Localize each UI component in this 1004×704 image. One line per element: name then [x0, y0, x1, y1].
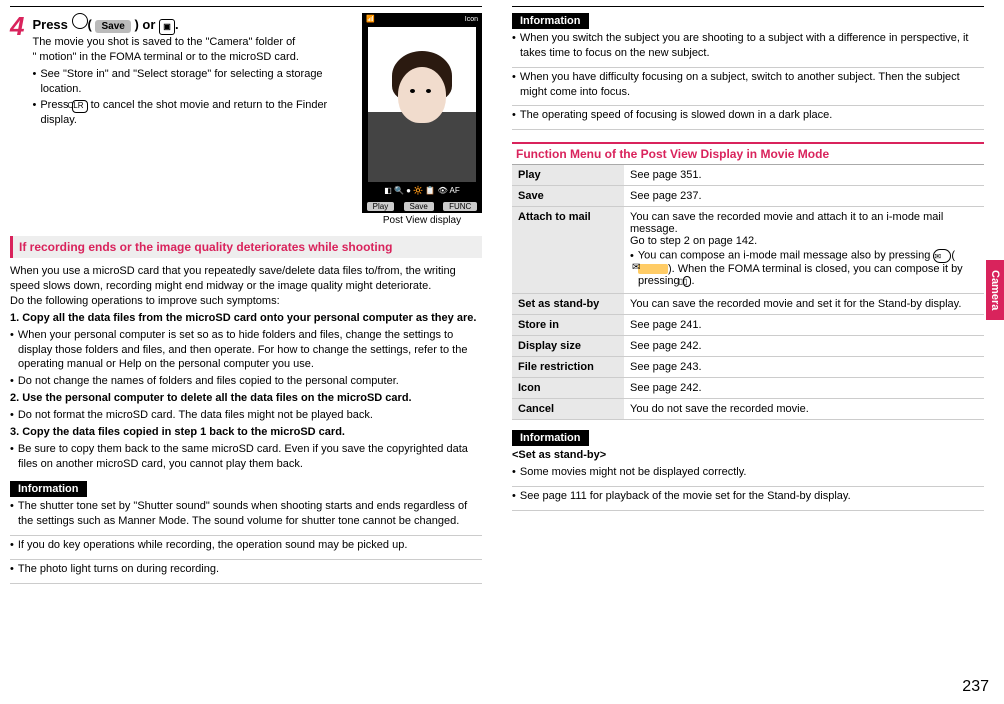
info3-subhead: <Set as stand-by>	[512, 448, 984, 463]
table-row: IconSee page 242.	[512, 378, 984, 399]
softkey-save: Save	[404, 202, 434, 211]
fm-cancel-label: Cancel	[512, 399, 624, 420]
post-view-caption: Post View display	[362, 215, 482, 226]
info3-header: Information	[512, 430, 589, 446]
info1-b1: The shutter tone set by "Shutter sound" …	[10, 499, 482, 529]
table-row: Set as stand-byYou can save the recorded…	[512, 294, 984, 315]
left-column: 📶Icon ◧ 🔍 ● 🔆 📋 👁 AF Play Save FUNC Post…	[0, 0, 492, 704]
sec1-b1a: When your personal computer is set so as…	[10, 328, 482, 373]
top-rule	[10, 6, 482, 7]
info3-b2: See page 111 for playback of the movie s…	[512, 489, 984, 504]
sec1-b3a: Be sure to copy them back to the same mi…	[10, 442, 482, 472]
fm-standby-label: Set as stand-by	[512, 294, 624, 315]
fm-dispsize-label: Display size	[512, 336, 624, 357]
info2-header: Information	[512, 13, 589, 29]
fm-filerest-label: File restriction	[512, 357, 624, 378]
table-row: SaveSee page 237.	[512, 186, 984, 207]
softkey-play: Play	[367, 202, 395, 211]
info3-b1: Some movies might not be displayed corre…	[512, 465, 984, 480]
select-button-icon	[72, 13, 88, 29]
step-desc: The movie you shot is saved to the "Came…	[32, 35, 362, 65]
phone-screen: 📶Icon ◧ 🔍 ● 🔆 📋 👁 AF Play Save FUNC	[362, 13, 482, 213]
step-bullet-1: See "Store in" and "Select storage" for …	[32, 67, 362, 97]
phone-icon-label: Icon	[465, 16, 478, 23]
info1-b2: If you do key operations while recording…	[10, 538, 482, 553]
step-number: 4	[10, 13, 24, 39]
fm-filerest-value: See page 243.	[624, 357, 984, 378]
right-column: Information When you switch the subject …	[492, 0, 1004, 704]
table-row: CancelYou do not save the recorded movie…	[512, 399, 984, 420]
info1-header: Information	[10, 481, 87, 497]
fm-standby-value: You can save the recorded movie and set …	[624, 294, 984, 315]
info2-b1: When you switch the subject you are shoo…	[512, 31, 984, 61]
table-row: Attach to mail You can save the recorded…	[512, 207, 984, 294]
clr-key-icon: CLR	[72, 100, 88, 113]
top-rule-right	[512, 6, 984, 7]
fm-attach-value: You can save the recorded movie and atta…	[624, 207, 984, 294]
table-row: Display sizeSee page 242.	[512, 336, 984, 357]
sec1-h3: 3. Copy the data files copied in step 1 …	[10, 425, 482, 440]
sec1-p1: When you use a microSD card that you rep…	[10, 264, 482, 294]
fm-icon-value: See page 242.	[624, 378, 984, 399]
fm-cancel-value: You do not save the recorded movie.	[624, 399, 984, 420]
fm-store-value: See page 241.	[624, 315, 984, 336]
fm-play-label: Play	[512, 165, 624, 186]
sec1-h2: 2. Use the personal computer to delete a…	[10, 391, 482, 406]
function-menu-title: Function Menu of the Post View Display i…	[512, 142, 984, 165]
sec1-b2a: Do not format the microSD card. The data…	[10, 408, 482, 423]
side-tab-camera: Camera	[986, 260, 1004, 320]
table-row: File restrictionSee page 243.	[512, 357, 984, 378]
softkey-func: FUNC	[443, 202, 477, 211]
fm-save-label: Save	[512, 186, 624, 207]
fm-dispsize-value: See page 242.	[624, 336, 984, 357]
fm-icon-label: Icon	[512, 378, 624, 399]
info2-b2: When you have difficulty focusing on a s…	[512, 70, 984, 100]
fm-attach-label: Attach to mail	[512, 207, 624, 294]
save-pill-icon: Save	[95, 20, 130, 33]
enter-key-icon: ▣	[159, 19, 175, 35]
section-recording-quality: If recording ends or the image quality d…	[10, 236, 482, 258]
mail-key-icon: ✉	[933, 249, 951, 263]
page-number: 237	[962, 678, 989, 696]
table-row: PlaySee page 351.	[512, 165, 984, 186]
sec1-p2: Do the following operations to improve s…	[10, 294, 482, 309]
function-menu-table: PlaySee page 351. SaveSee page 237. Atta…	[512, 165, 984, 420]
mail-pill-icon	[638, 264, 668, 274]
info1-b3: The photo light turns on during recordin…	[10, 562, 482, 577]
table-row: Store inSee page 241.	[512, 315, 984, 336]
step-bullet-2: Press CLR to cancel the shot movie and r…	[32, 98, 362, 128]
step-heading: Press ( Save ) or ▣.	[32, 13, 362, 35]
sec1-b1b: Do not change the names of folders and f…	[10, 374, 482, 389]
fm-play-value: See page 351.	[624, 165, 984, 186]
step-4: 4 Press ( Save ) or ▣. The movie you sho…	[10, 13, 362, 130]
fm-store-label: Store in	[512, 315, 624, 336]
fm-save-value: See page 237.	[624, 186, 984, 207]
post-view-figure: 📶Icon ◧ 🔍 ● 🔆 📋 👁 AF Play Save FUNC Post…	[362, 13, 482, 226]
info2-b3: The operating speed of focusing is slowe…	[512, 108, 984, 123]
sec1-h1: 1. Copy all the data files from the micr…	[10, 311, 482, 326]
